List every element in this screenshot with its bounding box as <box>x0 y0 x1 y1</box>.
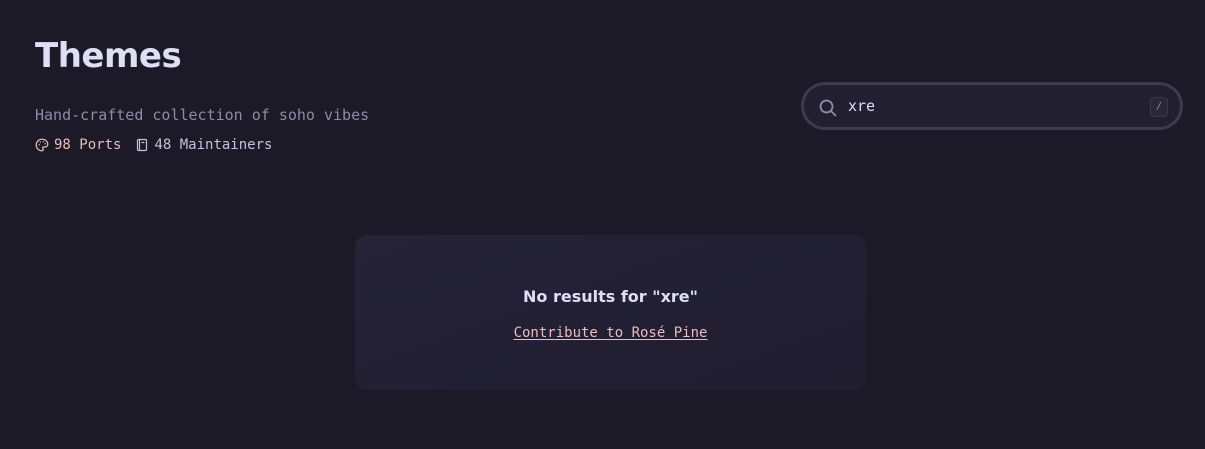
ports-count: 98 Ports <box>35 136 121 154</box>
book-icon <box>135 138 149 152</box>
maintainers-count-label: 48 Maintainers <box>154 137 273 153</box>
search-icon <box>818 98 838 118</box>
palette-icon <box>35 138 49 152</box>
search-shortcut-key: / <box>1150 97 1168 117</box>
search-box[interactable]: / <box>801 82 1183 130</box>
page-title: Themes <box>35 36 182 76</box>
ports-count-label: 98 Ports <box>54 137 122 153</box>
page-subtitle: Hand-crafted collection of soho vibes <box>35 106 370 124</box>
no-results-message: No results for "xre" <box>523 287 698 306</box>
search-input[interactable] <box>848 93 1138 119</box>
stats-row: 98 Ports 48 Maintainers <box>35 136 272 154</box>
no-results-card: No results for "xre" Contribute to Rosé … <box>355 235 866 390</box>
maintainers-count: 48 Maintainers <box>135 136 272 154</box>
contribute-link[interactable]: Contribute to Rosé Pine <box>514 325 708 341</box>
